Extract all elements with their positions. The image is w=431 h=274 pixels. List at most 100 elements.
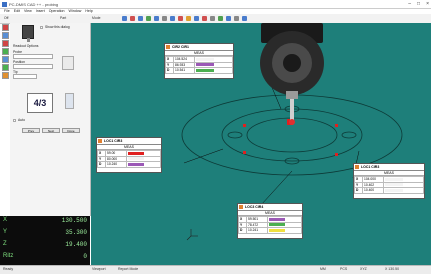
side-tool-3[interactable] [2,40,9,47]
feature-icon [98,139,102,143]
hit-point [243,124,246,127]
toolbar-export-button[interactable] [226,16,231,21]
hit-count-display: 4/3 [27,93,53,113]
toolbar-grid-button[interactable] [210,16,215,21]
toolbar-view-button[interactable] [122,16,127,21]
side-tool-4[interactable] [2,48,9,55]
leader-loc3 [260,170,293,206]
menu-window[interactable]: Window [69,9,82,13]
window-title: PC-DMIS CAD ++ - probing [9,1,59,7]
toolbar-run-button[interactable] [218,16,223,21]
value-cell: 10.240 [105,161,127,168]
callout-table: X 59.501 Y 78.472 D 10.241 [238,216,302,234]
side-tool-2[interactable] [2,32,9,39]
status-coordinate: X 130.50 [385,267,400,271]
deviation-bar [128,162,144,166]
toolbar-zoom-button[interactable] [154,16,159,21]
callout-table: X 104.524 Y 86.933 D 10.541 [165,56,233,74]
toolbar-alert-button[interactable] [202,16,207,21]
menu-operation[interactable]: Operation [49,9,65,13]
minimize-button[interactable]: – [408,1,411,7]
dro-row-z: Z 19.400 [0,241,90,253]
table-row: D 10.240 [97,161,161,168]
axis-cell: D [238,227,247,234]
probe-field[interactable] [13,54,53,59]
deviation-bar [128,151,144,155]
callout-loc2[interactable]: LOC1 CIR3 MEAS X 104.000 Y 10.402 D 10.400 [353,163,425,199]
position-field[interactable] [13,64,53,69]
callout-table: X 59.00 Y 80.000 D 10.240 [97,150,161,168]
callout-loc3[interactable]: LOC3 CIR4 MEAS X 59.501 Y 78.472 D 10.241 [237,203,303,239]
value-cell: 10.541 [173,67,195,74]
bar-cell [126,161,161,168]
menu-help[interactable]: Help [85,9,92,13]
dro-value: 19.400 [65,241,87,248]
menu-edit[interactable]: Edit [14,9,20,13]
status-text: Ready [3,267,14,271]
bar-cell [194,67,233,74]
auto-checkbox[interactable] [13,119,16,122]
deviation-bar [196,63,214,67]
close-button[interactable]: × [426,1,429,7]
toolbar-stop-button[interactable] [178,16,183,21]
status-alignment: PCS [340,267,348,271]
hit-point [335,153,338,156]
done-button[interactable]: Done [62,128,80,133]
toolbar-measure-button[interactable] [146,16,151,21]
prev-button[interactable]: Prev [22,128,40,133]
probe-readout-panel: Show this dialog Readout Options Probe P… [10,23,91,216]
toolbar-probe-button[interactable] [130,16,135,21]
next-button[interactable]: Next [42,128,60,133]
toolbar-label-part: Part [60,16,67,20]
menu-view[interactable]: View [24,9,32,13]
hit-point [335,124,338,127]
side-tool-7[interactable] [2,72,9,79]
feature-icon [239,205,243,209]
cmm-probe-head [260,23,324,125]
callout-title: LOC1 CIR3 [361,165,380,169]
toolbar-settings-button[interactable] [186,16,191,21]
deviation-bar [269,228,285,232]
tab-report-mode[interactable]: Report Mode [118,267,138,271]
show-dialog-checkbox[interactable] [40,26,43,29]
show-dialog-label: Show this dialog [45,25,70,29]
toolbar-print-button[interactable] [234,16,239,21]
table-row: D 10.400 [354,187,424,194]
tab-viewport[interactable]: Viewport [92,267,106,271]
side-tool-5[interactable] [2,56,9,63]
dro-row-ritz: Ritz 0 [0,253,90,265]
toolbar-label-mode: Mode [92,16,101,20]
menu-file[interactable]: File [4,9,10,13]
dro-value: 0 [83,253,87,260]
dro-row-x: X 130.500 [0,217,90,229]
toolbar-pan-button[interactable] [170,16,175,21]
dro-axis-label: X [3,217,8,223]
status-units: MM [320,267,326,271]
callout-ci2[interactable]: CIR2 CIR1 MEAS X 104.524 Y 86.933 D 10.541 [164,43,234,79]
table-row: D 10.541 [165,67,233,74]
deviation-bar [385,188,403,192]
toolbar-graphics-button[interactable] [194,16,199,21]
dro-axis-label: Y [3,229,8,235]
menu-insert[interactable]: Insert [36,9,45,13]
axis-cell: D [165,67,174,74]
cad-viewport[interactable]: CIR2 CIR1 MEAS X 104.524 Y 86.933 D 10.541 … [91,23,431,265]
side-tool-1[interactable] [2,24,9,31]
toolbar-label-off: Off [4,16,9,20]
callout-title: CIR2 CIR1 [172,45,189,49]
auto-label: Auto [18,118,25,122]
readout-group-label: Readout Options [13,44,39,48]
toolbar-fit-button[interactable] [162,16,167,21]
bar-cell [267,227,302,234]
tip-field[interactable] [13,74,37,79]
toolbar-rotate-button[interactable] [138,16,143,21]
callout-loc1[interactable]: LOC1 CIR3 MEAS X 59.00 Y 80.000 D 10.240 [96,137,162,173]
tip-preview-image [62,56,74,70]
digital-readout: X 130.500 Y 35.300 Z 19.400 Ritz 0 [0,216,90,265]
maximize-button[interactable]: □ [417,1,420,7]
deviation-bar [196,68,214,72]
toolbar-help-button[interactable] [242,16,247,21]
hole-right [341,131,357,139]
side-tool-6[interactable] [2,64,9,71]
status-workplane: XYZ [360,267,367,271]
